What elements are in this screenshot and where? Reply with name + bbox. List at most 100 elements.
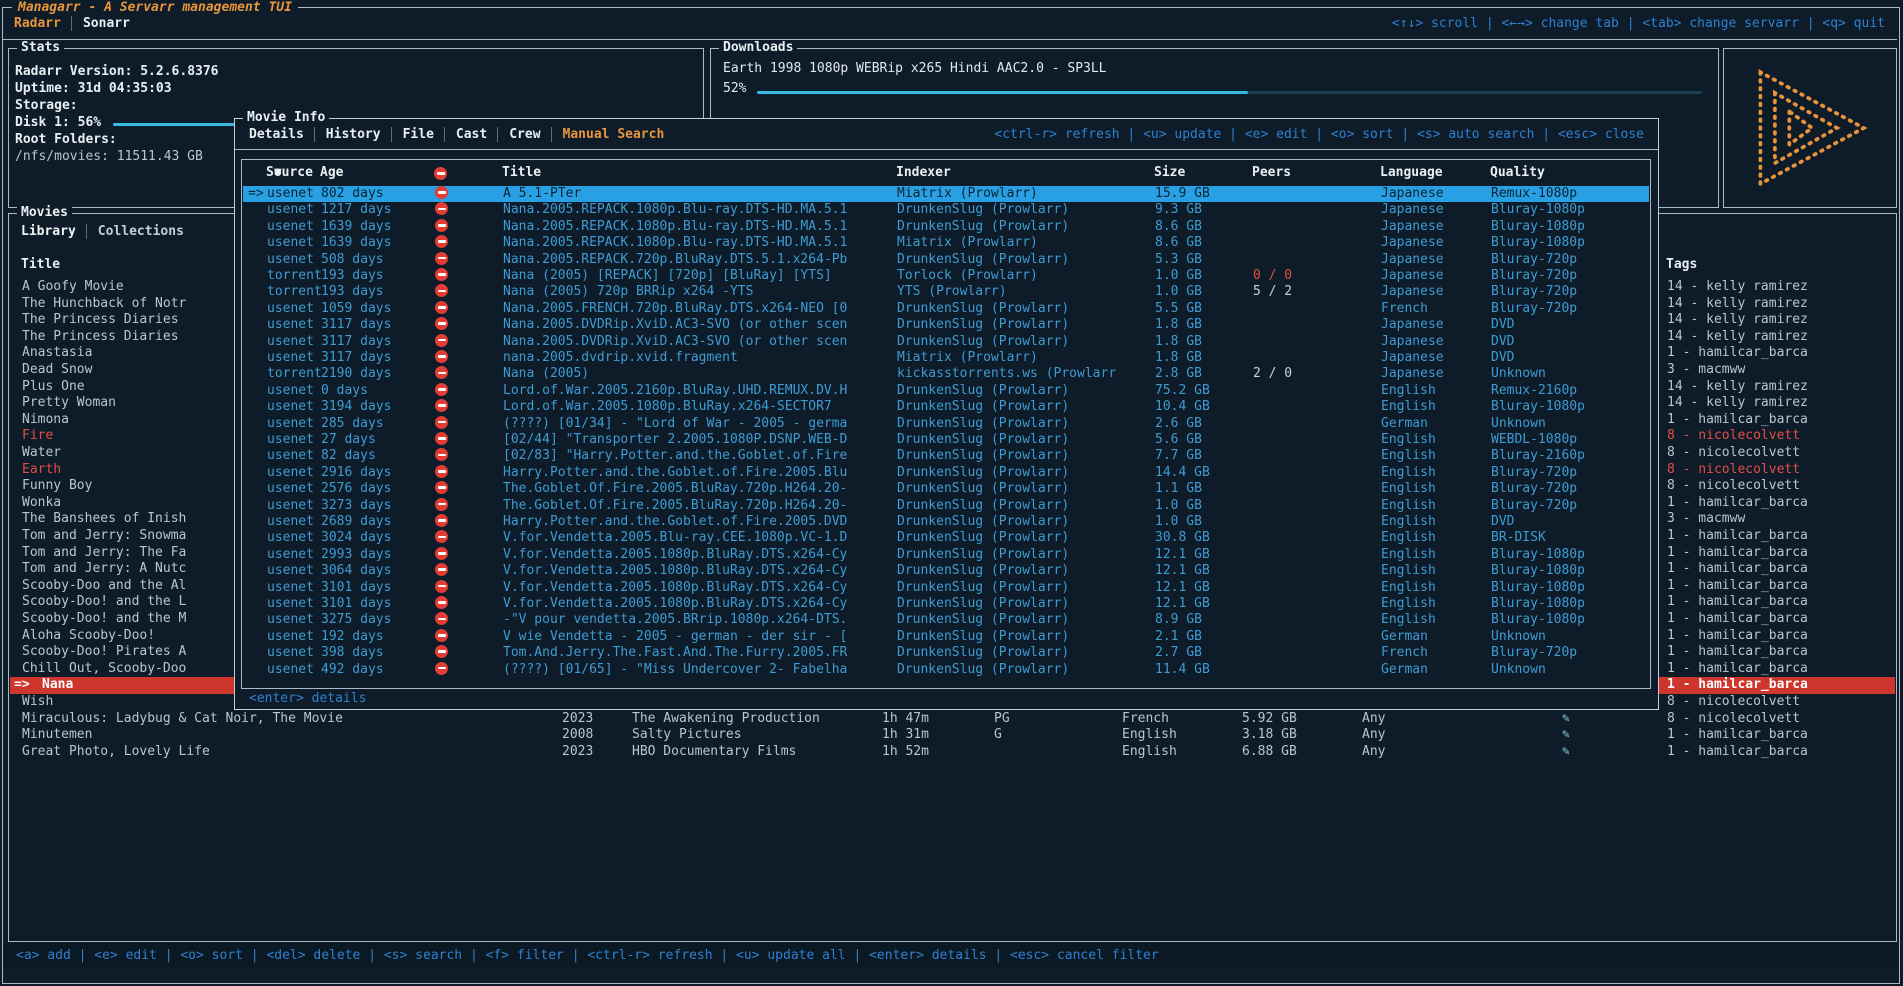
release-age: 802 days [321,186,384,202]
no-entry-icon [435,530,448,543]
no-entry-icon [435,432,448,445]
search-result-row[interactable]: usenet 1059 days Nana.2005.FRENCH.720p.B… [243,301,1649,317]
release-source: usenet [267,465,314,481]
movie-title: Tom and Jerry: The Fa [22,545,186,562]
release-title: [02/83] "Harry.Potter.and.the.Goblet.of.… [503,448,847,464]
release-size: 8.6 GB [1155,235,1202,251]
search-result-row[interactable]: usenet 3024 days V.for.Vendetta.2005.Blu… [243,530,1649,546]
search-result-row[interactable]: usenet 82 days [02/83] "Harry.Potter.and… [243,448,1649,464]
release-age: 2190 days [321,366,391,382]
release-age: 1217 days [321,202,391,218]
movie-quality-profile: Any [1362,727,1385,744]
movie-list-row[interactable]: Miraculous: Ladybug & Cat Noir, The Movi… [10,711,1895,728]
search-result-row[interactable]: torrent 2190 days Nana (2005) kickasstor… [243,366,1649,382]
storage-label: Storage: [15,98,78,113]
search-result-row[interactable]: usenet 285 days (????) [01/34] - "Lord o… [243,416,1649,432]
release-indexer: DrunkenSlug (Prowlarr) [897,317,1069,333]
search-result-row[interactable]: usenet 398 days Tom.And.Jerry.The.Fast.A… [243,645,1649,661]
search-result-row[interactable]: usenet 3117 days nana.2005.dvdrip.xvid.f… [243,350,1649,366]
no-entry-icon [435,498,448,511]
header-indexer: Indexer [896,165,951,180]
pencil-icon: ✎ [1562,727,1570,744]
search-result-row[interactable]: usenet 27 days [02/44] "Transporter 2.20… [243,432,1649,448]
no-entry-icon [435,448,448,461]
no-entry-icon [435,252,448,265]
release-size: 2.1 GB [1155,629,1202,645]
movie-info-title: Movie Info [243,110,329,125]
release-source: usenet [267,432,314,448]
movie-title: Wish [22,694,53,711]
release-indexer: DrunkenSlug (Prowlarr) [897,629,1069,645]
movie-info-tab-manual-search[interactable]: Manual Search [551,127,665,142]
release-source: usenet [267,448,314,464]
movies-tab-bar: Library Collections [21,224,184,239]
release-age: 82 days [321,448,376,464]
search-result-row[interactable]: usenet 192 days V wie Vendetta - 2005 - … [243,629,1649,645]
movie-info-tab-details[interactable]: Details [249,127,304,142]
search-result-row[interactable]: usenet 3117 days Nana.2005.DVDRip.XviD.A… [243,317,1649,333]
search-result-row[interactable]: usenet 3117 days Nana.2005.DVDRip.XviD.A… [243,334,1649,350]
release-quality: Bluray-720p [1491,465,1577,481]
search-result-row[interactable]: usenet 0 days Lord.of.War.2005.2160p.Blu… [243,383,1649,399]
movie-info-modal: Movie Info DetailsHistoryFileCastCrewMan… [234,118,1659,710]
search-result-row[interactable]: torrent 193 days Nana (2005) [REPACK] [7… [243,268,1649,284]
release-size: 12.1 GB [1155,596,1210,612]
release-indexer: DrunkenSlug (Prowlarr) [897,465,1069,481]
header-source: Source ▼ [266,165,274,180]
movie-title: Minutemen [22,727,92,744]
servarr-tab-bar: Radarr Sonarr [14,16,130,31]
movie-info-tab-file[interactable]: File [391,127,434,142]
release-quality: Bluray-1080p [1491,580,1585,596]
release-size: 5.5 GB [1155,301,1202,317]
release-age: 3024 days [321,530,391,546]
release-indexer: DrunkenSlug (Prowlarr) [897,432,1069,448]
search-result-row[interactable]: usenet 1639 days Nana.2005.REPACK.1080p.… [243,235,1649,251]
search-result-row[interactable]: usenet 3101 days V.for.Vendetta.2005.108… [243,580,1649,596]
release-source: usenet [267,383,314,399]
release-source: usenet [267,399,314,415]
search-result-row[interactable]: usenet 3194 days Lord.of.War.2005.1080p.… [243,399,1649,415]
release-age: 3101 days [321,580,391,596]
search-result-row[interactable]: usenet 3275 days -"V pour vendetta.2005.… [243,612,1649,628]
movie-tag: 8 - nicolecolvett [1667,478,1800,495]
release-size: 1.1 GB [1155,481,1202,497]
search-result-row[interactable]: usenet 3101 days V.for.Vendetta.2005.108… [243,596,1649,612]
release-indexer: DrunkenSlug (Prowlarr) [897,252,1069,268]
search-result-row[interactable]: usenet 2689 days Harry.Potter.and.the.Go… [243,514,1649,530]
no-entry-icon [435,662,448,675]
search-result-row[interactable]: usenet 1217 days Nana.2005.REPACK.1080p.… [243,202,1649,218]
release-source: usenet [267,186,314,202]
release-title: Lord.of.War.2005.2160p.BluRay.UHD.REMUX.… [503,383,847,399]
release-indexer: DrunkenSlug (Prowlarr) [897,612,1069,628]
no-entry-icon [435,186,448,199]
servarr-tab-sonarr[interactable]: Sonarr [71,16,130,31]
movie-list-row[interactable]: Minutemen 2008 Salty Pictures 1h 31m G E… [10,727,1895,744]
search-result-row[interactable]: usenet 3273 days The.Goblet.Of.Fire.2005… [243,498,1649,514]
movie-info-tab-crew[interactable]: Crew [497,127,540,142]
release-indexer: DrunkenSlug (Prowlarr) [897,416,1069,432]
search-result-row[interactable]: usenet 2993 days V.for.Vendetta.2005.108… [243,547,1649,563]
search-result-row[interactable]: usenet 508 days Nana.2005.REPACK.720p.Bl… [243,252,1649,268]
servarr-tab-radarr[interactable]: Radarr [14,16,61,31]
release-quality: Bluray-1080p [1491,235,1585,251]
movie-list-row[interactable]: Great Photo, Lovely Life 2023 HBO Docume… [10,744,1895,761]
release-source: usenet [267,563,314,579]
no-entry-icon [435,235,448,248]
search-result-row[interactable]: usenet 492 days (????) [01/65] - "Miss U… [243,662,1649,678]
no-entry-icon [435,465,448,478]
search-result-row[interactable]: usenet 1639 days Nana.2005.REPACK.1080p.… [243,219,1649,235]
movie-info-tab-history[interactable]: History [314,127,381,142]
release-language: Japanese [1381,350,1444,366]
release-size: 12.1 GB [1155,547,1210,563]
search-result-row[interactable]: usenet 3064 days V.for.Vendetta.2005.108… [243,563,1649,579]
search-result-row[interactable]: usenet 2576 days The.Goblet.Of.Fire.2005… [243,481,1649,497]
search-result-row[interactable]: => usenet 802 days A 5.1-PTer Miatrix (P… [243,186,1649,202]
movie-tag: 8 - nicolecolvett [1667,462,1800,479]
movie-info-tab-cast[interactable]: Cast [444,127,487,142]
release-source: usenet [267,547,314,563]
movies-tab-library[interactable]: Library [21,224,76,239]
search-result-row[interactable]: torrent 193 days Nana (2005) 720p BRRip … [243,284,1649,300]
download-progress-fill [757,91,1248,94]
search-result-row[interactable]: usenet 2916 days Harry.Potter.and.the.Go… [243,465,1649,481]
movies-tab-collections[interactable]: Collections [86,224,184,239]
